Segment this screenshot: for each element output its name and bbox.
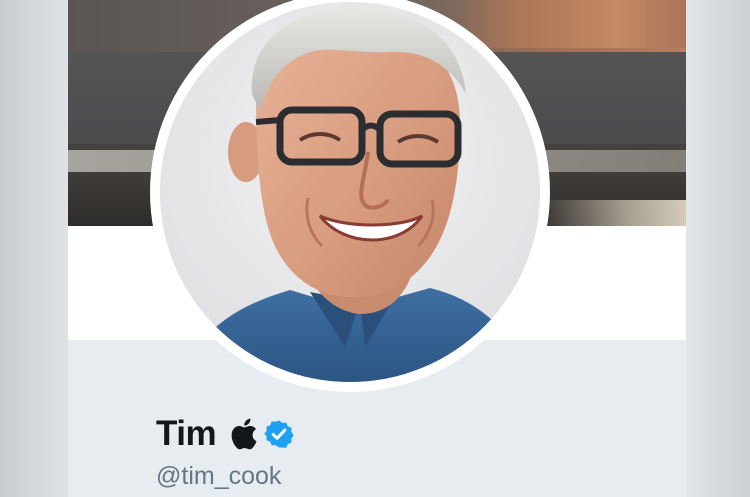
user-handle: @tim_cook: [156, 462, 282, 490]
banner-light-glow: [538, 200, 686, 226]
banner-copper-panel: [458, 0, 686, 48]
profile-name-row: Tim: [156, 412, 294, 456]
avatar-photo-icon: [160, 2, 540, 382]
screen-edge-left: [0, 0, 70, 497]
profile-page: Tim @tim_cook: [68, 0, 686, 497]
verified-badge-icon: [264, 419, 294, 449]
apple-logo-icon: [228, 417, 258, 451]
screen-edge-right: [684, 0, 750, 497]
avatar[interactable]: [160, 2, 540, 382]
avatar-border: [150, 0, 550, 392]
display-name: Tim: [156, 414, 217, 453]
